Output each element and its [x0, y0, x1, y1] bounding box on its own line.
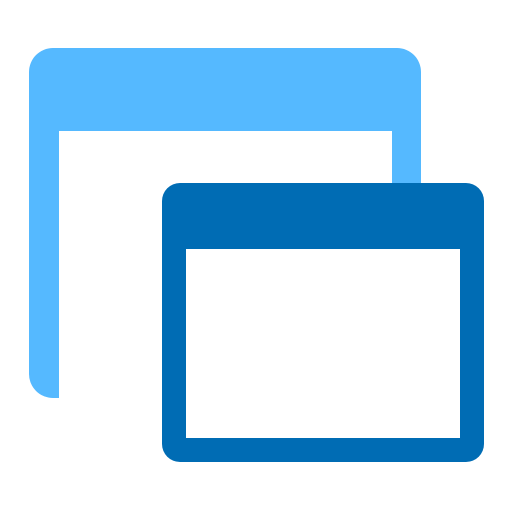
front-window-shape	[162, 183, 484, 462]
multiple-windows-icon	[0, 0, 512, 512]
front-window-content	[186, 249, 460, 438]
